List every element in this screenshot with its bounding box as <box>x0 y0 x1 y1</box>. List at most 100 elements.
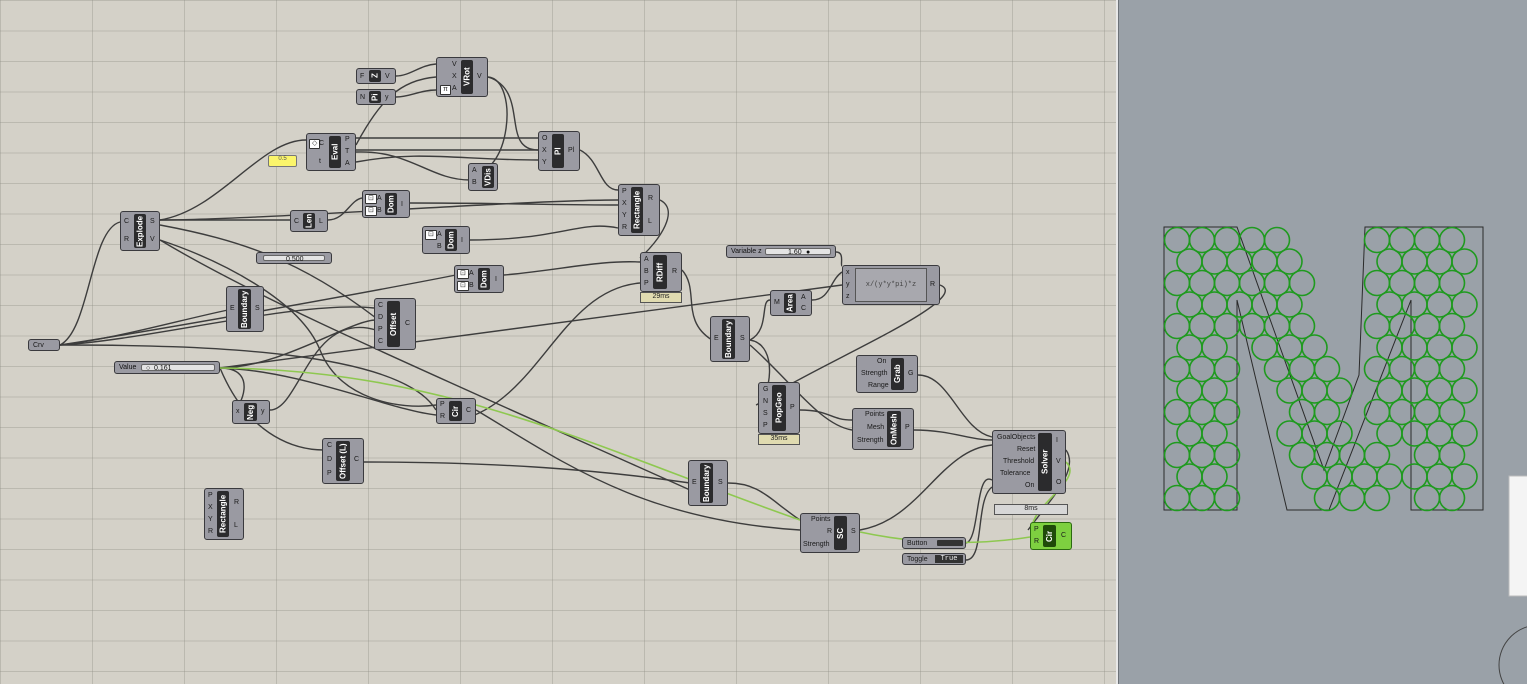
rhino-viewport[interactable] <box>1119 0 1527 684</box>
output-pin[interactable]: L <box>319 218 323 226</box>
toggle-param[interactable]: Toggle True <box>902 553 966 565</box>
region-difference-component[interactable]: A B P RDiff R <box>640 252 682 292</box>
output-pin[interactable]: L <box>648 218 652 226</box>
domain-component-3[interactable]: ⊡ ⊡ A B Dom I <box>454 265 504 293</box>
button-face[interactable] <box>937 540 963 546</box>
output-pin[interactable]: V <box>385 73 390 81</box>
input-pin[interactable]: S <box>763 410 768 418</box>
negative-component[interactable]: x Neg y <box>232 400 270 424</box>
input-pin[interactable]: G <box>763 386 768 394</box>
popgeo-component[interactable]: G N S P PopGeo P <box>758 382 800 434</box>
output-pin[interactable]: C <box>466 407 471 415</box>
toggle-value[interactable]: True <box>935 555 963 563</box>
pi-component[interactable]: N Pi y <box>356 89 396 105</box>
input-pin[interactable]: A <box>437 231 442 239</box>
input-pin[interactable]: Y <box>622 212 627 220</box>
input-pin[interactable]: x <box>236 408 240 416</box>
input-pin[interactable]: A <box>452 85 457 93</box>
input-pin[interactable]: B <box>377 207 382 215</box>
input-pin[interactable]: M <box>774 299 780 307</box>
input-pin[interactable]: x <box>846 269 850 277</box>
input-pin[interactable]: R <box>124 236 129 244</box>
input-pin[interactable]: A <box>644 256 649 264</box>
input-pin[interactable]: Strength <box>861 370 887 378</box>
output-pin[interactable]: P <box>345 136 350 144</box>
input-pin[interactable]: Y <box>542 159 547 167</box>
output-pin[interactable]: V <box>150 236 155 244</box>
input-pin[interactable]: F <box>360 73 364 81</box>
input-pin[interactable]: P <box>378 326 383 334</box>
output-pin[interactable]: S <box>718 479 723 487</box>
grasshopper-canvas[interactable]: F Z V N Pi y V X A π VRot V ◇ C t Eval P… <box>0 0 1116 684</box>
offset-loose-component[interactable]: C D P Offset (L) C <box>322 438 364 484</box>
output-pin[interactable]: C <box>354 456 359 464</box>
input-pin[interactable]: X <box>622 200 627 208</box>
input-pin[interactable]: Y <box>208 516 213 524</box>
output-pin[interactable]: S <box>851 528 856 536</box>
input-pin[interactable]: O <box>542 135 547 143</box>
output-pin[interactable]: I <box>401 201 403 209</box>
output-pin[interactable]: S <box>740 335 745 343</box>
grab-component[interactable]: On Strength Range Grab G <box>856 355 918 393</box>
slider-track[interactable]: 0.500 <box>263 255 325 263</box>
button-param[interactable]: Button <box>902 537 966 549</box>
input-pin[interactable]: C <box>294 218 299 226</box>
input-pin[interactable]: X <box>452 73 457 81</box>
input-pin[interactable]: R <box>440 413 445 421</box>
domain-component-2[interactable]: ⊡ A B Dom I <box>422 226 470 254</box>
number-slider-half[interactable]: 0.500 <box>256 252 332 264</box>
vdis-component[interactable]: A B VDis <box>468 163 498 191</box>
boundary-component-2[interactable]: E Boundary S <box>710 316 750 362</box>
input-pin[interactable]: A <box>469 270 474 278</box>
output-pin[interactable]: Pl <box>568 147 574 155</box>
input-pin[interactable]: D <box>327 456 332 464</box>
z-component[interactable]: F Z V <box>356 68 396 84</box>
rectangle-component[interactable]: P X Y R Rectangle R L <box>618 184 660 236</box>
onmesh-component[interactable]: Points Mesh Strength OnMesh P <box>852 408 914 450</box>
output-pin[interactable]: I <box>1056 437 1058 445</box>
input-pin[interactable]: R <box>827 528 832 536</box>
output-pin[interactable]: G <box>908 370 913 378</box>
input-pin[interactable]: On <box>877 358 886 366</box>
curve-param[interactable]: Crv <box>28 339 60 351</box>
explode-component[interactable]: C R Explode S V <box>120 211 160 251</box>
output-pin[interactable]: y <box>261 408 265 416</box>
number-slider-value[interactable]: Value ○ 0.161 <box>114 361 220 374</box>
input-pin[interactable]: C <box>319 140 324 148</box>
output-pin[interactable]: P <box>790 404 795 412</box>
input-pin[interactable]: B <box>644 268 649 276</box>
output-pin[interactable]: R <box>672 268 677 276</box>
slider-track[interactable]: ○ 0.161 <box>141 364 215 372</box>
input-pin[interactable]: On <box>1025 482 1034 490</box>
output-pin[interactable]: A <box>801 294 806 302</box>
input-pin[interactable]: Points <box>811 516 830 524</box>
input-pin[interactable]: D <box>378 314 383 322</box>
output-pin[interactable]: L <box>234 522 238 530</box>
input-pin[interactable]: P <box>763 422 768 430</box>
output-pin[interactable]: R <box>234 499 239 507</box>
input-pin[interactable]: Threshold <box>1003 458 1034 466</box>
input-pin[interactable]: B <box>437 243 442 251</box>
input-pin[interactable]: P <box>1034 526 1039 534</box>
boundary-component-1[interactable]: E Boundary S <box>226 286 264 332</box>
input-pin[interactable]: P <box>622 188 627 196</box>
output-pin[interactable]: O <box>1056 479 1061 487</box>
area-component[interactable]: M Area A C <box>770 290 812 316</box>
output-pin[interactable]: S <box>255 305 260 313</box>
output-pin[interactable]: I <box>461 237 463 245</box>
input-pin[interactable]: N <box>763 398 768 406</box>
input-pin[interactable]: Strength <box>803 541 829 549</box>
input-pin[interactable]: R <box>1034 538 1039 546</box>
output-pin[interactable]: P <box>905 424 910 432</box>
input-pin[interactable]: V <box>452 61 457 69</box>
output-pin[interactable]: I <box>495 276 497 284</box>
plane-component[interactable]: O X Y Pl Pl <box>538 131 580 171</box>
output-pin[interactable]: R <box>648 195 653 203</box>
output-pin[interactable]: A <box>345 160 350 168</box>
input-pin[interactable]: y <box>846 281 850 289</box>
length-component[interactable]: C Len L <box>290 210 328 232</box>
rectangle-component-2[interactable]: P X Y R Rectangle R L <box>204 488 244 540</box>
domain-component-1[interactable]: ⊡ ⊡ A B Dom I <box>362 190 410 218</box>
input-pin[interactable]: Reset <box>1017 446 1035 454</box>
input-pin[interactable]: C <box>378 338 383 346</box>
